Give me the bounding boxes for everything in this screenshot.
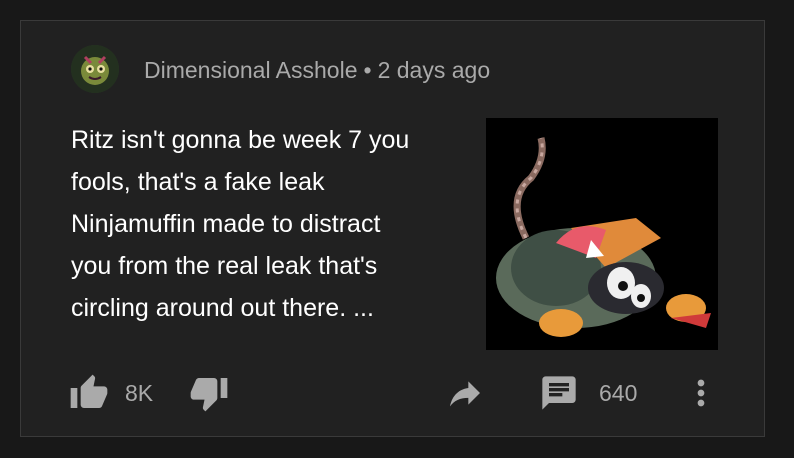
comment-button[interactable] [539,371,579,415]
more-options-button[interactable] [681,371,721,415]
comment-icon [539,373,579,413]
comment-count: 640 [599,379,638,406]
more-vert-icon [681,373,721,413]
comment-count-wrap[interactable]: 640 [599,371,637,415]
post-body-line: fools, that's a fake leak [71,168,325,196]
post-body[interactable]: Ritz isn't gonna be week 7 you fools, th… [71,119,471,329]
like-count-wrap: 8K [125,371,153,415]
post-header: Dimensional Asshole • 2 days ago [144,55,490,85]
community-post-card: Dimensional Asshole • 2 days ago Ritz isn'… [20,20,765,437]
post-body-line: circling around out there. ... [71,294,374,322]
like-button[interactable] [69,371,109,415]
share-button[interactable] [445,371,485,415]
dislike-button[interactable] [189,371,229,415]
thumb-up-icon [69,373,109,413]
post-body-line: Ninjamuffin made to distract [71,210,381,238]
post-actions: 8K 640 [21,371,764,415]
header-separator: • [363,57,372,83]
author-name[interactable]: Dimensional Asshole [144,57,358,83]
like-count: 8K [125,379,154,406]
share-icon [445,373,485,413]
post-body-line: you from the real leak that's [71,252,378,280]
thumb-down-icon [189,373,229,413]
post-body-line: Ritz isn't gonna be week 7 you [71,126,410,154]
post-timestamp[interactable]: 2 days ago [378,57,491,83]
post-image[interactable] [486,118,718,350]
author-avatar[interactable] [71,45,119,93]
